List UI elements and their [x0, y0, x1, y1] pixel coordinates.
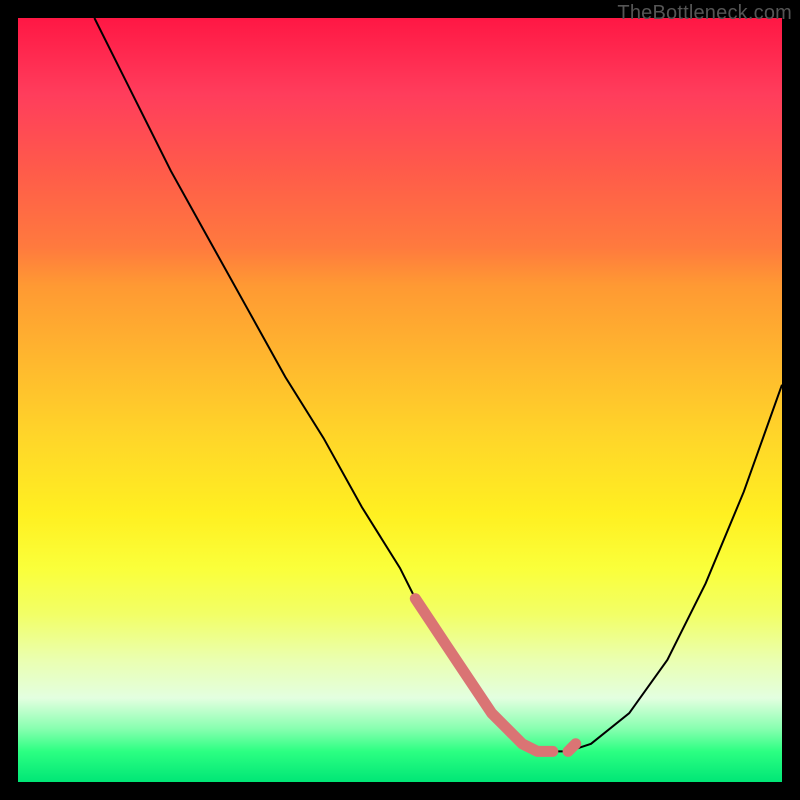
chart-svg [18, 18, 782, 782]
highlight-segment-1 [415, 599, 553, 752]
chart-plot-area [18, 18, 782, 782]
chart-frame: TheBottleneck.com [0, 0, 800, 800]
highlight-segment-2 [568, 744, 576, 752]
chart-curve-group [94, 18, 782, 751]
watermark-text: TheBottleneck.com [617, 2, 792, 25]
